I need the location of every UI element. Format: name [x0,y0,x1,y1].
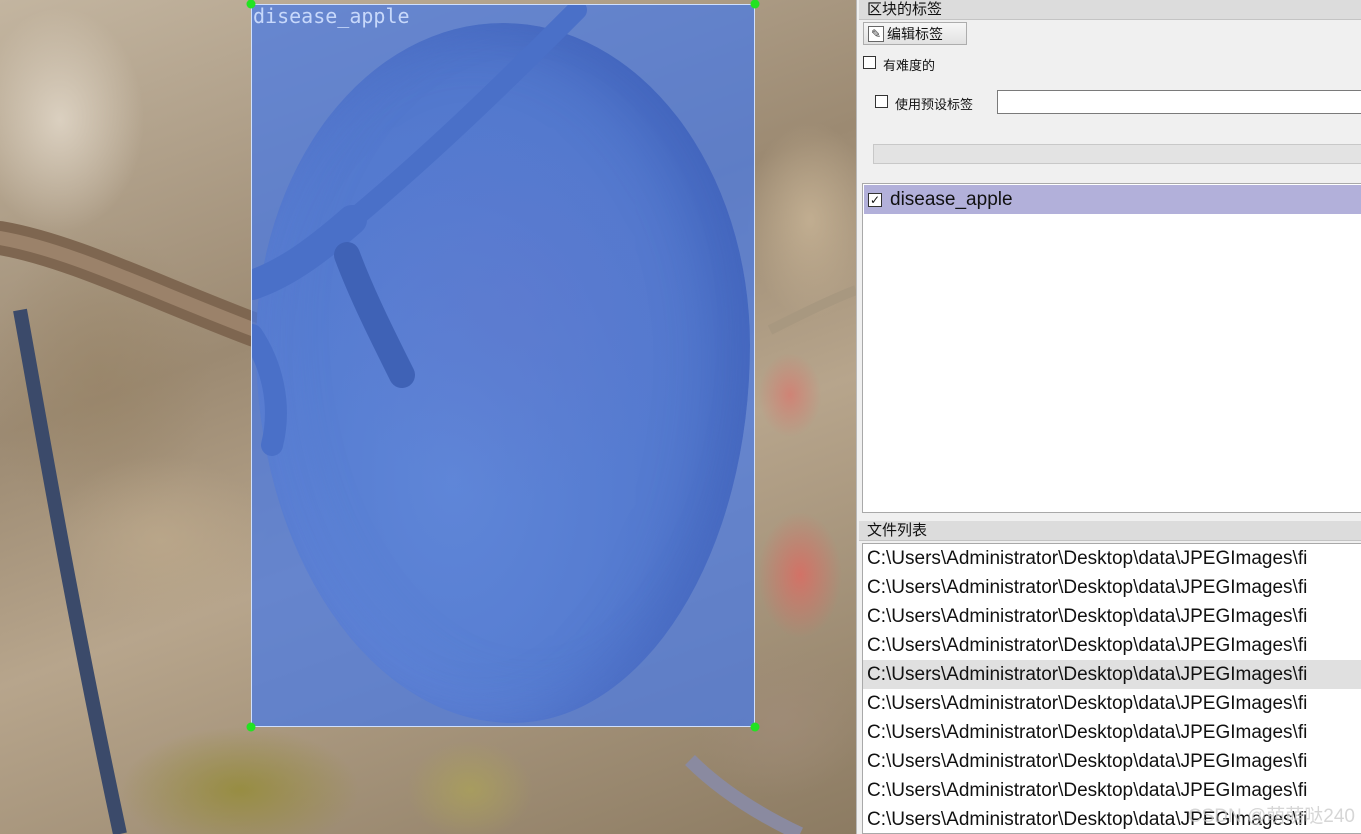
right-panel: 区块的标签 ✎ 编辑标签 有难度的 使用预设标签 ✓ disease_apple… [856,0,1361,834]
file-list-item[interactable]: C:\Users\Administrator\Desktop\data\JPEG… [863,544,1361,573]
file-list-item-selected[interactable]: C:\Users\Administrator\Desktop\data\JPEG… [863,660,1361,689]
label-list[interactable]: ✓ disease_apple [862,183,1361,513]
bounding-box-label: disease_apple [253,4,410,28]
bounding-box[interactable] [251,4,755,727]
default-label-input[interactable] [997,90,1361,114]
label-item-checkbox[interactable]: ✓ [868,192,882,207]
file-list-item[interactable]: C:\Users\Administrator\Desktop\data\JPEG… [863,573,1361,602]
corner-handle-bottom-left[interactable] [246,722,256,732]
edit-label-button-text: 编辑标签 [887,26,943,43]
corner-handle-bottom-right[interactable] [750,722,760,732]
file-list-item[interactable]: C:\Users\Administrator\Desktop\data\JPEG… [863,718,1361,747]
corner-handle-top-right[interactable] [750,0,760,9]
label-combo-bar[interactable] [873,144,1361,164]
file-list[interactable]: C:\Users\Administrator\Desktop\data\JPEG… [862,543,1361,834]
use-default-label-text: 使用预设标签 [895,98,974,113]
file-list-item[interactable]: C:\Users\Administrator\Desktop\data\JPEG… [863,631,1361,660]
file-list-item[interactable]: C:\Users\Administrator\Desktop\data\JPEG… [863,747,1361,776]
difficult-checkbox[interactable] [863,56,876,69]
image-canvas[interactable]: disease_apple [0,0,856,834]
apple-stem [252,5,587,456]
difficult-label: 有难度的 [883,59,936,74]
label-list-item[interactable]: ✓ disease_apple [864,185,1361,214]
label-item-text: disease_apple [890,188,1013,210]
box-labels-title: 区块的标签 [859,0,1361,20]
watermark: CSDN @萌萌哒240 [1187,806,1355,827]
file-list-item[interactable]: C:\Users\Administrator\Desktop\data\JPEG… [863,689,1361,718]
edit-label-button[interactable]: ✎ 编辑标签 [863,22,967,45]
file-list-title: 文件列表 [859,521,1361,541]
pencil-icon: ✎ [868,25,884,42]
use-default-label-checkbox[interactable] [875,95,888,108]
file-list-item[interactable]: C:\Users\Administrator\Desktop\data\JPEG… [863,602,1361,631]
